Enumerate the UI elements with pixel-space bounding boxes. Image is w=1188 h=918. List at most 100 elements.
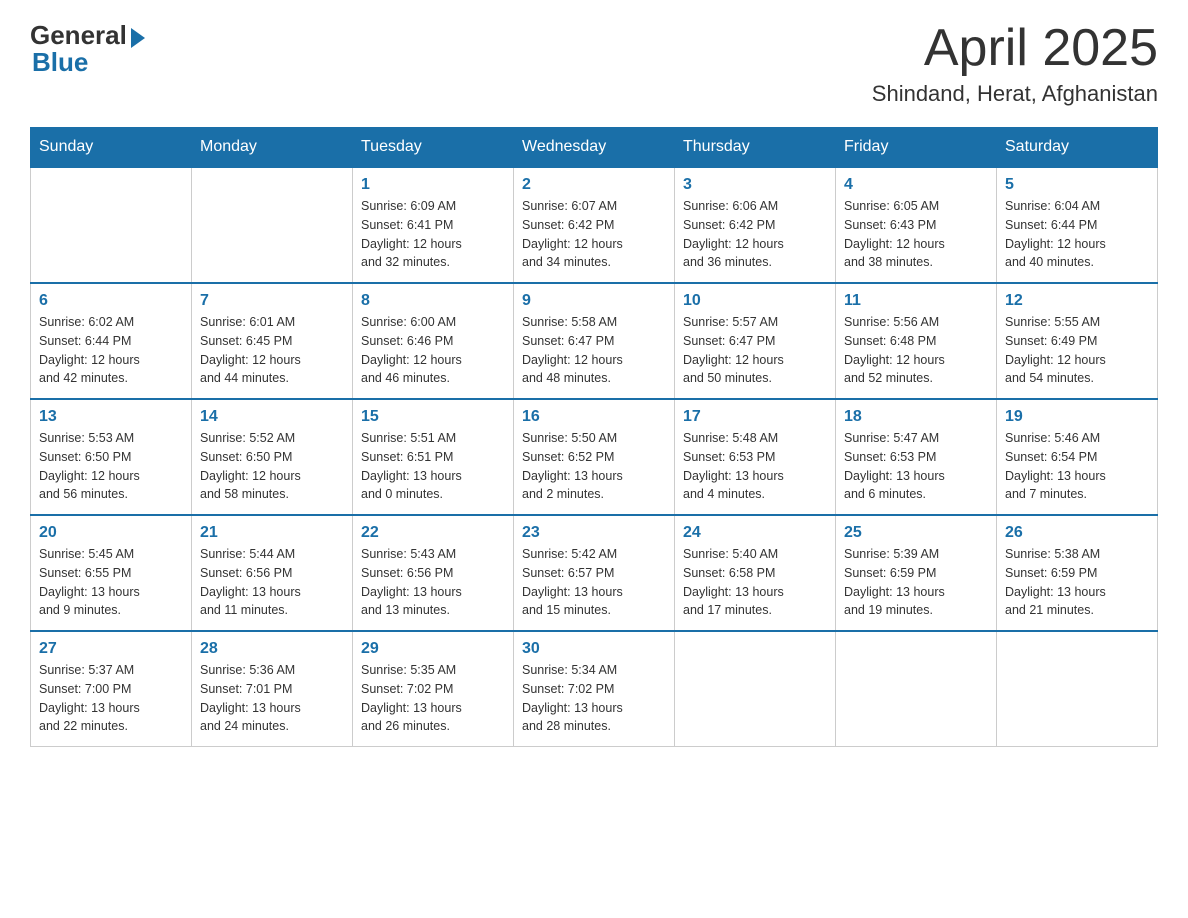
day-info: Sunrise: 5:53 AM Sunset: 6:50 PM Dayligh… <box>39 429 183 504</box>
day-number: 11 <box>844 292 988 310</box>
calendar-day-cell: 3 Sunrise: 6:06 AM Sunset: 6:42 PM Daylig… <box>675 167 836 283</box>
day-info: Sunrise: 5:56 AM Sunset: 6:48 PM Dayligh… <box>844 313 988 388</box>
day-info: Sunrise: 5:42 AM Sunset: 6:57 PM Dayligh… <box>522 545 666 620</box>
calendar-day-cell: 16 Sunrise: 5:50 AM Sunset: 6:52 PM Dayli… <box>514 399 675 515</box>
day-of-week-header: Friday <box>836 128 997 168</box>
day-info: Sunrise: 5:48 AM Sunset: 6:53 PM Dayligh… <box>683 429 827 504</box>
day-number: 25 <box>844 524 988 542</box>
calendar-table: SundayMondayTuesdayWednesdayThursdayFrid… <box>30 127 1158 747</box>
day-number: 7 <box>200 292 344 310</box>
calendar-day-cell: 10 Sunrise: 5:57 AM Sunset: 6:47 PM Dayli… <box>675 283 836 399</box>
calendar-day-cell: 15 Sunrise: 5:51 AM Sunset: 6:51 PM Dayli… <box>353 399 514 515</box>
day-of-week-header: Tuesday <box>353 128 514 168</box>
logo: General Blue <box>30 20 145 78</box>
calendar-week-row: 6 Sunrise: 6:02 AM Sunset: 6:44 PM Daylig… <box>31 283 1158 399</box>
day-info: Sunrise: 5:35 AM Sunset: 7:02 PM Dayligh… <box>361 661 505 736</box>
day-info: Sunrise: 6:02 AM Sunset: 6:44 PM Dayligh… <box>39 313 183 388</box>
day-info: Sunrise: 5:36 AM Sunset: 7:01 PM Dayligh… <box>200 661 344 736</box>
day-number: 21 <box>200 524 344 542</box>
calendar-week-row: 1Sunrise: 6:09 AM Sunset: 6:41 PM Daylig… <box>31 167 1158 283</box>
day-info: Sunrise: 6:06 AM Sunset: 6:42 PM Dayligh… <box>683 197 827 272</box>
calendar-day-cell <box>192 167 353 283</box>
logo-arrow-icon <box>131 28 145 48</box>
day-info: Sunrise: 5:43 AM Sunset: 6:56 PM Dayligh… <box>361 545 505 620</box>
calendar-day-cell: 18Sunrise: 5:47 AM Sunset: 6:53 PM Dayli… <box>836 399 997 515</box>
calendar-day-cell: 26 Sunrise: 5:38 AM Sunset: 6:59 PM Dayli… <box>997 515 1158 631</box>
day-number: 8 <box>361 292 505 310</box>
day-info: Sunrise: 5:55 AM Sunset: 6:49 PM Dayligh… <box>1005 313 1149 388</box>
calendar-day-cell: 29 Sunrise: 5:35 AM Sunset: 7:02 PM Dayli… <box>353 631 514 747</box>
day-of-week-header: Monday <box>192 128 353 168</box>
calendar-day-cell: 20Sunrise: 5:45 AM Sunset: 6:55 PM Dayli… <box>31 515 192 631</box>
calendar-day-cell <box>31 167 192 283</box>
day-info: Sunrise: 5:40 AM Sunset: 6:58 PM Dayligh… <box>683 545 827 620</box>
day-number: 6 <box>39 292 183 310</box>
day-info: Sunrise: 6:04 AM Sunset: 6:44 PM Dayligh… <box>1005 197 1149 272</box>
day-of-week-header: Wednesday <box>514 128 675 168</box>
day-number: 10 <box>683 292 827 310</box>
day-number: 30 <box>522 640 666 658</box>
day-number: 27 <box>39 640 183 658</box>
day-number: 22 <box>361 524 505 542</box>
calendar-day-cell <box>997 631 1158 747</box>
day-number: 3 <box>683 176 827 194</box>
calendar-day-cell: 4 Sunrise: 6:05 AM Sunset: 6:43 PM Daylig… <box>836 167 997 283</box>
calendar-day-cell: 9 Sunrise: 5:58 AM Sunset: 6:47 PM Daylig… <box>514 283 675 399</box>
day-number: 2 <box>522 176 666 194</box>
day-info: Sunrise: 5:38 AM Sunset: 6:59 PM Dayligh… <box>1005 545 1149 620</box>
calendar-day-cell: 19 Sunrise: 5:46 AM Sunset: 6:54 PM Dayli… <box>997 399 1158 515</box>
day-info: Sunrise: 6:00 AM Sunset: 6:46 PM Dayligh… <box>361 313 505 388</box>
calendar-day-cell: 24 Sunrise: 5:40 AM Sunset: 6:58 PM Dayli… <box>675 515 836 631</box>
day-number: 17 <box>683 408 827 426</box>
day-info: Sunrise: 5:46 AM Sunset: 6:54 PM Dayligh… <box>1005 429 1149 504</box>
calendar-day-cell: 5 Sunrise: 6:04 AM Sunset: 6:44 PM Daylig… <box>997 167 1158 283</box>
calendar-day-cell: 17 Sunrise: 5:48 AM Sunset: 6:53 PM Dayli… <box>675 399 836 515</box>
day-info: Sunrise: 5:45 AM Sunset: 6:55 PM Dayligh… <box>39 545 183 620</box>
calendar-week-row: 20Sunrise: 5:45 AM Sunset: 6:55 PM Dayli… <box>31 515 1158 631</box>
calendar-day-cell: 6 Sunrise: 6:02 AM Sunset: 6:44 PM Daylig… <box>31 283 192 399</box>
day-of-week-header: Sunday <box>31 128 192 168</box>
calendar-day-cell: 13 Sunrise: 5:53 AM Sunset: 6:50 PM Dayli… <box>31 399 192 515</box>
day-number: 16 <box>522 408 666 426</box>
day-number: 23 <box>522 524 666 542</box>
calendar-day-cell: 25 Sunrise: 5:39 AM Sunset: 6:59 PM Dayli… <box>836 515 997 631</box>
calendar-day-cell: 8 Sunrise: 6:00 AM Sunset: 6:46 PM Daylig… <box>353 283 514 399</box>
calendar-week-row: 27 Sunrise: 5:37 AM Sunset: 7:00 PM Dayli… <box>31 631 1158 747</box>
calendar-location: Shindand, Herat, Afghanistan <box>872 81 1158 107</box>
day-number: 15 <box>361 408 505 426</box>
day-number: 4 <box>844 176 988 194</box>
day-number: 12 <box>1005 292 1149 310</box>
day-number: 9 <box>522 292 666 310</box>
day-info: Sunrise: 5:57 AM Sunset: 6:47 PM Dayligh… <box>683 313 827 388</box>
page-header: General Blue April 2025 Shindand, Herat,… <box>30 20 1158 107</box>
calendar-day-cell: 21 Sunrise: 5:44 AM Sunset: 6:56 PM Dayli… <box>192 515 353 631</box>
day-number: 29 <box>361 640 505 658</box>
day-info: Sunrise: 5:44 AM Sunset: 6:56 PM Dayligh… <box>200 545 344 620</box>
calendar-day-cell <box>675 631 836 747</box>
day-info: Sunrise: 5:39 AM Sunset: 6:59 PM Dayligh… <box>844 545 988 620</box>
day-number: 1 <box>361 176 505 194</box>
calendar-day-cell <box>836 631 997 747</box>
day-number: 5 <box>1005 176 1149 194</box>
calendar-day-cell: 1Sunrise: 6:09 AM Sunset: 6:41 PM Daylig… <box>353 167 514 283</box>
day-number: 19 <box>1005 408 1149 426</box>
calendar-day-cell: 14Sunrise: 5:52 AM Sunset: 6:50 PM Dayli… <box>192 399 353 515</box>
calendar-day-cell: 7Sunrise: 6:01 AM Sunset: 6:45 PM Daylig… <box>192 283 353 399</box>
calendar-title: April 2025 <box>872 20 1158 77</box>
day-info: Sunrise: 5:58 AM Sunset: 6:47 PM Dayligh… <box>522 313 666 388</box>
calendar-day-cell: 12 Sunrise: 5:55 AM Sunset: 6:49 PM Dayli… <box>997 283 1158 399</box>
calendar-day-cell: 28Sunrise: 5:36 AM Sunset: 7:01 PM Dayli… <box>192 631 353 747</box>
day-info: Sunrise: 5:50 AM Sunset: 6:52 PM Dayligh… <box>522 429 666 504</box>
day-number: 26 <box>1005 524 1149 542</box>
day-info: Sunrise: 5:51 AM Sunset: 6:51 PM Dayligh… <box>361 429 505 504</box>
calendar-day-cell: 11 Sunrise: 5:56 AM Sunset: 6:48 PM Dayli… <box>836 283 997 399</box>
calendar-day-cell: 30 Sunrise: 5:34 AM Sunset: 7:02 PM Dayli… <box>514 631 675 747</box>
calendar-day-cell: 22 Sunrise: 5:43 AM Sunset: 6:56 PM Dayli… <box>353 515 514 631</box>
day-number: 14 <box>200 408 344 426</box>
day-number: 24 <box>683 524 827 542</box>
day-number: 13 <box>39 408 183 426</box>
calendar-day-cell: 23 Sunrise: 5:42 AM Sunset: 6:57 PM Dayli… <box>514 515 675 631</box>
day-info: Sunrise: 5:37 AM Sunset: 7:00 PM Dayligh… <box>39 661 183 736</box>
day-info: Sunrise: 6:05 AM Sunset: 6:43 PM Dayligh… <box>844 197 988 272</box>
day-info: Sunrise: 5:34 AM Sunset: 7:02 PM Dayligh… <box>522 661 666 736</box>
